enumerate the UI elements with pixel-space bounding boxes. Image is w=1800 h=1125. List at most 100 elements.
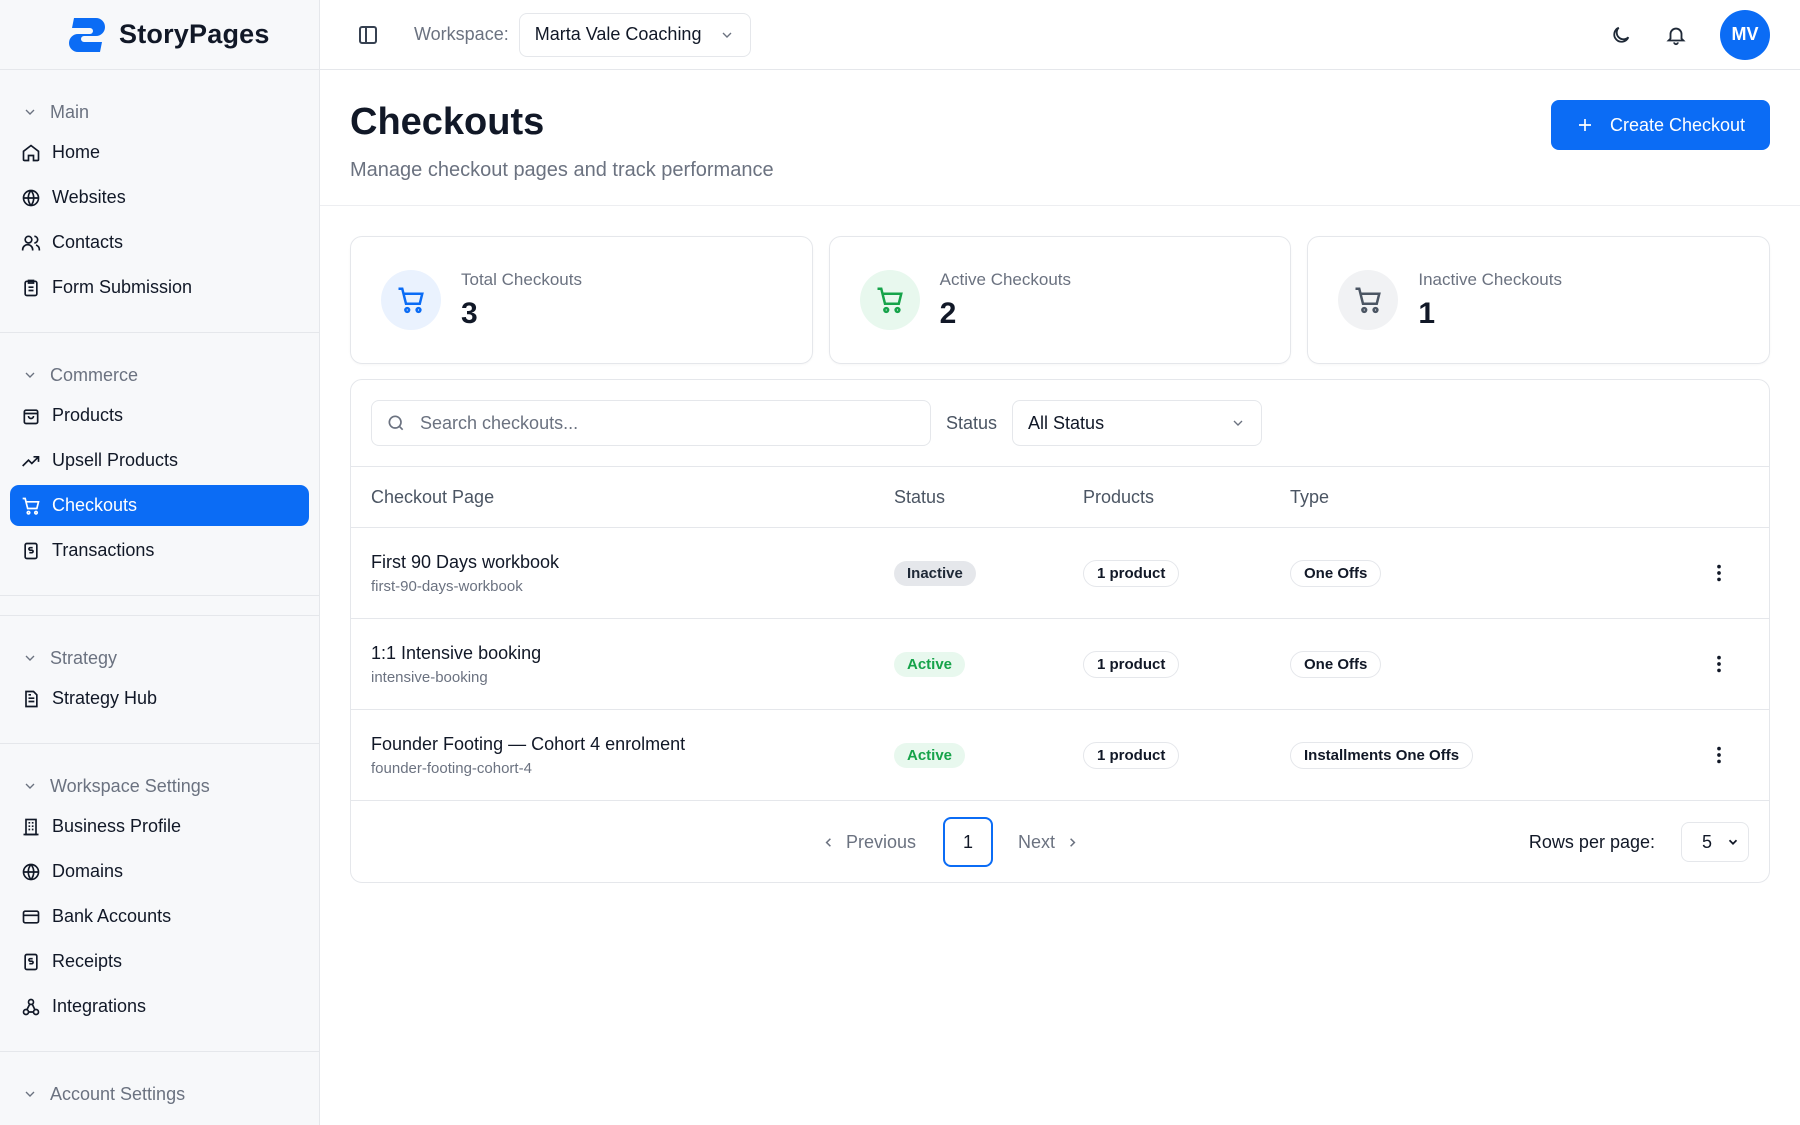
stat-icon-wrap [1338, 270, 1399, 330]
column-header-status[interactable]: Status [894, 487, 1083, 508]
status-filter-select[interactable]: All Status [1012, 400, 1263, 446]
workspace-value: Marta Vale Coaching [534, 24, 702, 44]
avatar[interactable]: MV [1720, 9, 1770, 60]
rows-per-page-value: 5 [1702, 831, 1713, 852]
table-row[interactable]: Founder Footing — Cohort 4 enrolment fou… [351, 710, 1769, 801]
sidebar-item-business-profile[interactable]: Business Profile [10, 806, 309, 847]
stat-card-active: Active Checkouts 2 [828, 236, 1292, 364]
bell-icon[interactable] [1665, 24, 1687, 46]
next-page-button[interactable]: Next [1018, 832, 1080, 853]
stats-row: Total Checkouts 3 Active Checkouts 2 Ina… [350, 236, 1771, 364]
storypages-logo-icon [69, 17, 105, 52]
chevron-down-icon [722, 32, 732, 38]
checkout-slug: intensive-booking [371, 668, 488, 686]
column-header-checkout-page[interactable]: Checkout Page [351, 487, 894, 508]
stat-label: Total Checkouts [461, 269, 582, 289]
nav-heading-commerce[interactable]: Commerce [0, 359, 319, 391]
workspace-select[interactable]: Marta Vale Coaching [518, 12, 751, 57]
sidebar-item-upsell-products[interactable]: Upsell Products [10, 440, 309, 481]
workspace-label: Workspace: [414, 24, 509, 44]
nav-heading-strategy[interactable]: Strategy [0, 642, 319, 674]
products-badge: 1 product [1083, 741, 1180, 769]
previous-page-button[interactable]: Previous [821, 832, 916, 853]
nav-heading-account-settings[interactable]: Account Settings [0, 1078, 319, 1110]
building-icon [23, 818, 39, 835]
search-input[interactable] [420, 412, 900, 434]
sidebar-item-integrations[interactable]: Integrations [10, 986, 309, 1027]
cell-actions [1669, 744, 1769, 766]
nav-section-workspace-settings: Workspace Settings Business Profile Doma… [0, 744, 319, 1052]
checkout-title[interactable]: First 90 Days workbook [371, 552, 894, 573]
stat-label: Active Checkouts [939, 269, 1072, 289]
moon-icon[interactable] [1610, 24, 1632, 46]
cell-actions [1669, 562, 1769, 584]
users-icon [21, 235, 41, 250]
sidebar-item-receipts[interactable]: Receipts [10, 941, 309, 982]
page-header: Checkouts Manage checkout pages and trac… [320, 71, 1800, 206]
more-vertical-icon[interactable] [1708, 562, 1730, 584]
sidebar-item-label: Integrations [52, 996, 147, 1016]
chevron-down-icon [1233, 420, 1243, 426]
cart-icon [22, 497, 40, 515]
page-number-button[interactable]: 1 [943, 817, 993, 867]
status-badge: Active [894, 651, 966, 677]
sidebar-item-checkouts[interactable]: Checkouts [10, 485, 309, 526]
table-row[interactable]: First 90 Days workbook first-90-days-wor… [351, 528, 1769, 619]
chevron-down-icon [1728, 839, 1738, 845]
nav-section-account-settings: Account Settings [0, 1052, 319, 1125]
trending-up-icon [22, 455, 40, 467]
cell-products: 1 product [1083, 650, 1290, 678]
cell-actions [1669, 653, 1769, 675]
sidebar-item-label: Business Profile [52, 816, 182, 836]
sidebar-item-contacts[interactable]: Contacts [10, 222, 309, 263]
chevron-down-icon [25, 1091, 35, 1097]
table-row[interactable]: 1:1 Intensive booking intensive-booking … [351, 619, 1769, 710]
column-header-products[interactable]: Products [1083, 487, 1290, 508]
stat-label: Inactive Checkouts [1418, 269, 1562, 289]
brand-name: StoryPages [119, 19, 270, 49]
sidebar-toggle-icon[interactable] [356, 23, 380, 47]
cell-type: Installments One Offs [1290, 741, 1669, 769]
sidebar-item-label: Strategy Hub [52, 688, 158, 708]
globe-icon [22, 189, 40, 206]
sidebar-item-label: Receipts [52, 951, 123, 971]
search-box [371, 400, 931, 446]
sidebar-item-bank-accounts[interactable]: Bank Accounts [10, 896, 309, 937]
sidebar-item-form-submission[interactable]: Form Submission [10, 267, 309, 308]
credit-card-icon [22, 909, 40, 924]
document-icon [25, 690, 38, 707]
create-checkout-button[interactable]: Create Checkout [1551, 100, 1770, 150]
cell-checkout-page: 1:1 Intensive booking intensive-booking [351, 643, 894, 686]
nav-section-commerce: Commerce Products Upsell Products Checko… [0, 333, 319, 596]
more-vertical-icon[interactable] [1708, 744, 1730, 766]
checkout-title[interactable]: 1:1 Intensive booking [371, 643, 894, 664]
status-badge: Active [894, 742, 966, 768]
sidebar-item-domains[interactable]: Domains [10, 851, 309, 892]
nav-heading-label: Workspace Settings [50, 775, 210, 796]
nav-heading-main[interactable]: Main [0, 96, 319, 128]
more-vertical-icon[interactable] [1708, 653, 1730, 675]
stat-value: 2 [939, 296, 957, 330]
sidebar-item-transactions[interactable]: Transactions [10, 530, 309, 571]
globe-icon [22, 863, 40, 880]
create-checkout-label: Create Checkout [1609, 114, 1746, 135]
sidebar-item-products[interactable]: Products [10, 395, 309, 436]
cell-checkout-page: First 90 Days workbook first-90-days-wor… [351, 552, 894, 595]
page-subtitle: Manage checkout pages and track performa… [350, 159, 774, 181]
shopping-bag-icon [23, 408, 39, 424]
nav-heading-label: Commerce [50, 364, 139, 385]
topbar-actions: MV [1610, 9, 1770, 60]
sidebar-item-home[interactable]: Home [10, 132, 309, 173]
chevron-down-icon [25, 372, 35, 378]
stat-icon-wrap [381, 270, 441, 330]
sidebar-item-label: Home [52, 142, 101, 162]
rows-per-page-select[interactable]: 5 [1681, 822, 1749, 862]
sidebar-item-websites[interactable]: Websites [10, 177, 309, 218]
brand[interactable]: StoryPages [0, 0, 319, 70]
sidebar-item-strategy-hub[interactable]: Strategy Hub [10, 678, 309, 719]
column-header-type[interactable]: Type [1290, 487, 1669, 508]
checkout-title[interactable]: Founder Footing — Cohort 4 enrolment [371, 734, 894, 755]
receipt-icon [24, 953, 38, 970]
nav-heading-workspace-settings[interactable]: Workspace Settings [0, 770, 319, 802]
cell-products: 1 product [1083, 741, 1290, 769]
